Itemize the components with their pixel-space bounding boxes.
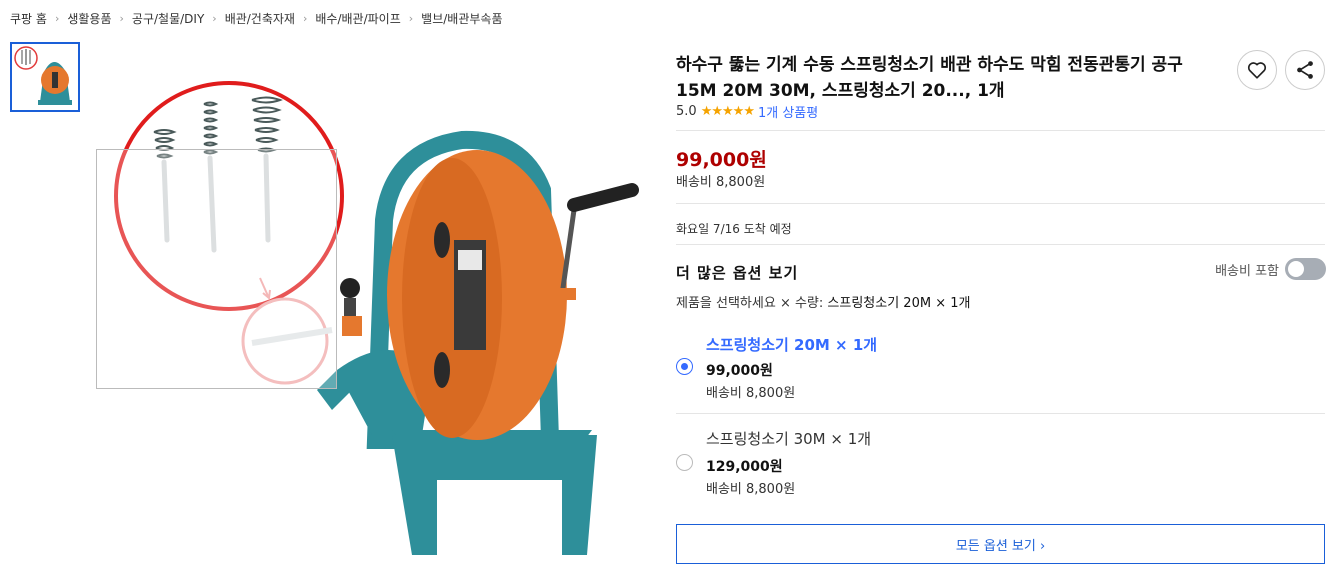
option-item[interactable]: 스프링청소기 30M × 1개 129,000원 배송비 8,800원	[676, 428, 1325, 508]
divider	[676, 130, 1325, 131]
share-icon	[1297, 61, 1313, 79]
option-price: 99,000원	[706, 363, 773, 379]
breadcrumb-item[interactable]: 생활용품	[67, 10, 111, 27]
selection-hint-value: 스프링청소기 20M × 1개	[827, 296, 971, 311]
delivery-date: 화요일 7/16 도착 예정	[676, 222, 792, 236]
option-radio[interactable]	[676, 454, 693, 471]
more-options-heading: 더 많은 옵션 보기	[676, 264, 799, 282]
toggle-knob	[1288, 261, 1304, 277]
divider	[676, 413, 1325, 414]
view-all-options-button[interactable]: 모든 옵션 보기 ›	[676, 524, 1325, 564]
option-radio-selected[interactable]	[676, 358, 693, 375]
shipping-included-toggle[interactable]	[1285, 258, 1326, 280]
option-item[interactable]: 스프링청소기 20M × 1개 99,000원 배송비 8,800원	[676, 332, 1325, 412]
shipping-fee: 배송비 8,800원	[676, 175, 766, 190]
star-icon: ★	[700, 103, 713, 119]
selection-hint: 제품을 선택하세요 × 수량: 스프링청소기 20M × 1개	[676, 292, 970, 311]
rating: 5.0 ★ ★ ★ ★ ★ 1개 상품평	[676, 102, 818, 121]
chevron-right-icon: ›	[54, 11, 60, 25]
star-icon: ★	[743, 103, 755, 119]
shipping-included-toggle-wrap: 배송비 포함	[1215, 258, 1326, 280]
shipping-included-label: 배송비 포함	[1215, 263, 1279, 279]
chevron-right-icon: ›	[119, 11, 124, 25]
chevron-right-icon: ›	[408, 11, 414, 25]
share-button[interactable]	[1285, 50, 1325, 90]
star-icon: ★	[711, 103, 723, 119]
star-icon: ★	[732, 103, 745, 119]
breadcrumb-item[interactable]: 배수/배관/파이프	[315, 10, 400, 27]
breadcrumb-home[interactable]: 쿠팡 홈	[10, 10, 47, 27]
rating-score: 5.0	[676, 103, 697, 119]
breadcrumb-item[interactable]: 배관/건축자재	[225, 10, 295, 27]
divider	[676, 203, 1325, 204]
wishlist-button[interactable]	[1237, 50, 1277, 90]
heart-icon	[1247, 62, 1267, 79]
breadcrumb-item[interactable]: 밸브/배관부속품	[421, 10, 502, 27]
product-price: 99,000원	[676, 149, 767, 171]
option-name[interactable]: 스프링청소기 20M × 1개	[706, 334, 877, 355]
selection-hint-prefix: 제품을 선택하세요 × 수량:	[676, 296, 828, 311]
drain-cleaner-thumbnail-image	[12, 44, 78, 110]
review-count-link[interactable]: 1개 상품평	[758, 102, 818, 121]
option-price: 129,000원	[706, 459, 783, 475]
rating-stars: ★ ★ ★ ★ ★	[700, 103, 755, 119]
divider	[676, 244, 1325, 245]
star-icon: ★	[722, 103, 734, 119]
option-shipping: 배송비 8,800원	[706, 482, 796, 497]
chevron-right-icon: ›	[302, 11, 308, 25]
option-name[interactable]: 스프링청소기 30M × 1개	[706, 428, 871, 449]
chevron-right-icon: ›	[212, 11, 217, 25]
option-shipping: 배송비 8,800원	[706, 386, 796, 401]
product-thumbnail[interactable]	[10, 42, 80, 112]
breadcrumb: 쿠팡 홈 › 생활용품 › 공구/철물/DIY › 배관/건축자재 › 배수/배…	[10, 10, 503, 26]
product-title: 하수구 뚫는 기계 수동 스프링청소기 배관 하수도 막힘 전동관통기 공구 1…	[676, 55, 1183, 101]
zoom-lens	[96, 149, 337, 389]
breadcrumb-item[interactable]: 공구/철물/DIY	[132, 10, 204, 27]
